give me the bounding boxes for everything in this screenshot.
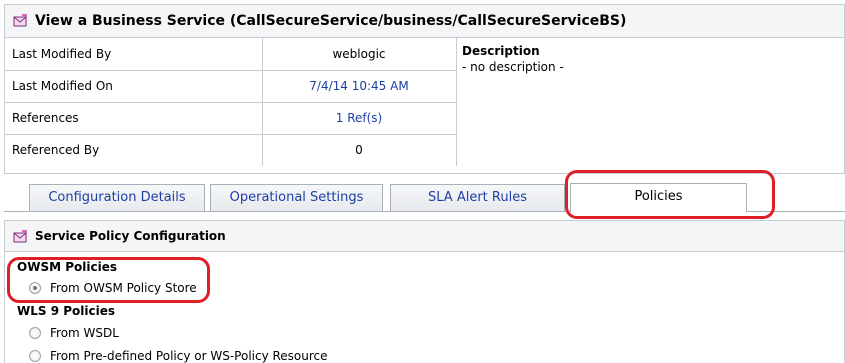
- service-envelope-icon: [13, 230, 27, 243]
- from-wsdl-label: From WSDL: [50, 326, 119, 340]
- table-row: References 1 Ref(s): [5, 102, 457, 135]
- table-row: Last Modified By weblogic: [5, 38, 457, 71]
- predefined-policy-label: From Pre-defined Policy or WS-Policy Res…: [50, 349, 328, 363]
- predefined-policy-radio[interactable]: [29, 350, 41, 362]
- table-row: Last Modified On 7/4/14 10:45 AM: [5, 70, 457, 103]
- service-header-panel: View a Business Service (CallSecureServi…: [4, 4, 845, 174]
- owsm-policy-store-radio[interactable]: [29, 282, 41, 294]
- wls9-policies-label: WLS 9 Policies: [17, 304, 116, 318]
- references-link[interactable]: 1 Ref(s): [336, 111, 382, 125]
- from-wsdl-radio[interactable]: [29, 327, 41, 339]
- service-envelope-icon: [13, 14, 27, 27]
- referenced-by-value: 0: [262, 134, 457, 166]
- page-title: View a Business Service (CallSecureServi…: [35, 13, 627, 29]
- last-modified-by-label: Last Modified By: [5, 38, 263, 71]
- last-modified-on-link[interactable]: 7/4/14 10:45 AM: [309, 79, 408, 93]
- owsm-policies-label: OWSM Policies: [17, 260, 117, 274]
- tab-configuration-details[interactable]: Configuration Details: [29, 184, 205, 212]
- policy-panel: Service Policy Configuration OWSM Polici…: [4, 220, 845, 363]
- policy-title-bar: Service Policy Configuration: [5, 221, 844, 252]
- from-wsdl-option[interactable]: From WSDL: [29, 325, 119, 341]
- description-block: Description - no description -: [462, 44, 564, 74]
- owsm-policy-store-option[interactable]: From OWSM Policy Store: [29, 280, 197, 296]
- last-modified-by-value: weblogic: [262, 38, 457, 71]
- predefined-policy-option[interactable]: From Pre-defined Policy or WS-Policy Res…: [29, 348, 328, 363]
- description-value: - no description -: [462, 60, 564, 74]
- description-label: Description: [462, 44, 540, 58]
- tab-sla-alert-rules[interactable]: SLA Alert Rules: [390, 184, 565, 212]
- table-row: Referenced By 0: [5, 134, 457, 166]
- title-bar: View a Business Service (CallSecureServi…: [5, 5, 844, 38]
- service-info-table: Last Modified By weblogic Last Modified …: [5, 38, 457, 166]
- tab-operational-settings[interactable]: Operational Settings: [210, 184, 383, 212]
- tab-policies[interactable]: Policies: [570, 183, 747, 212]
- last-modified-on-label: Last Modified On: [5, 70, 263, 103]
- references-label: References: [5, 102, 263, 135]
- owsm-policy-store-label: From OWSM Policy Store: [50, 281, 197, 295]
- policy-section-title: Service Policy Configuration: [35, 229, 226, 243]
- referenced-by-label: Referenced By: [5, 134, 263, 166]
